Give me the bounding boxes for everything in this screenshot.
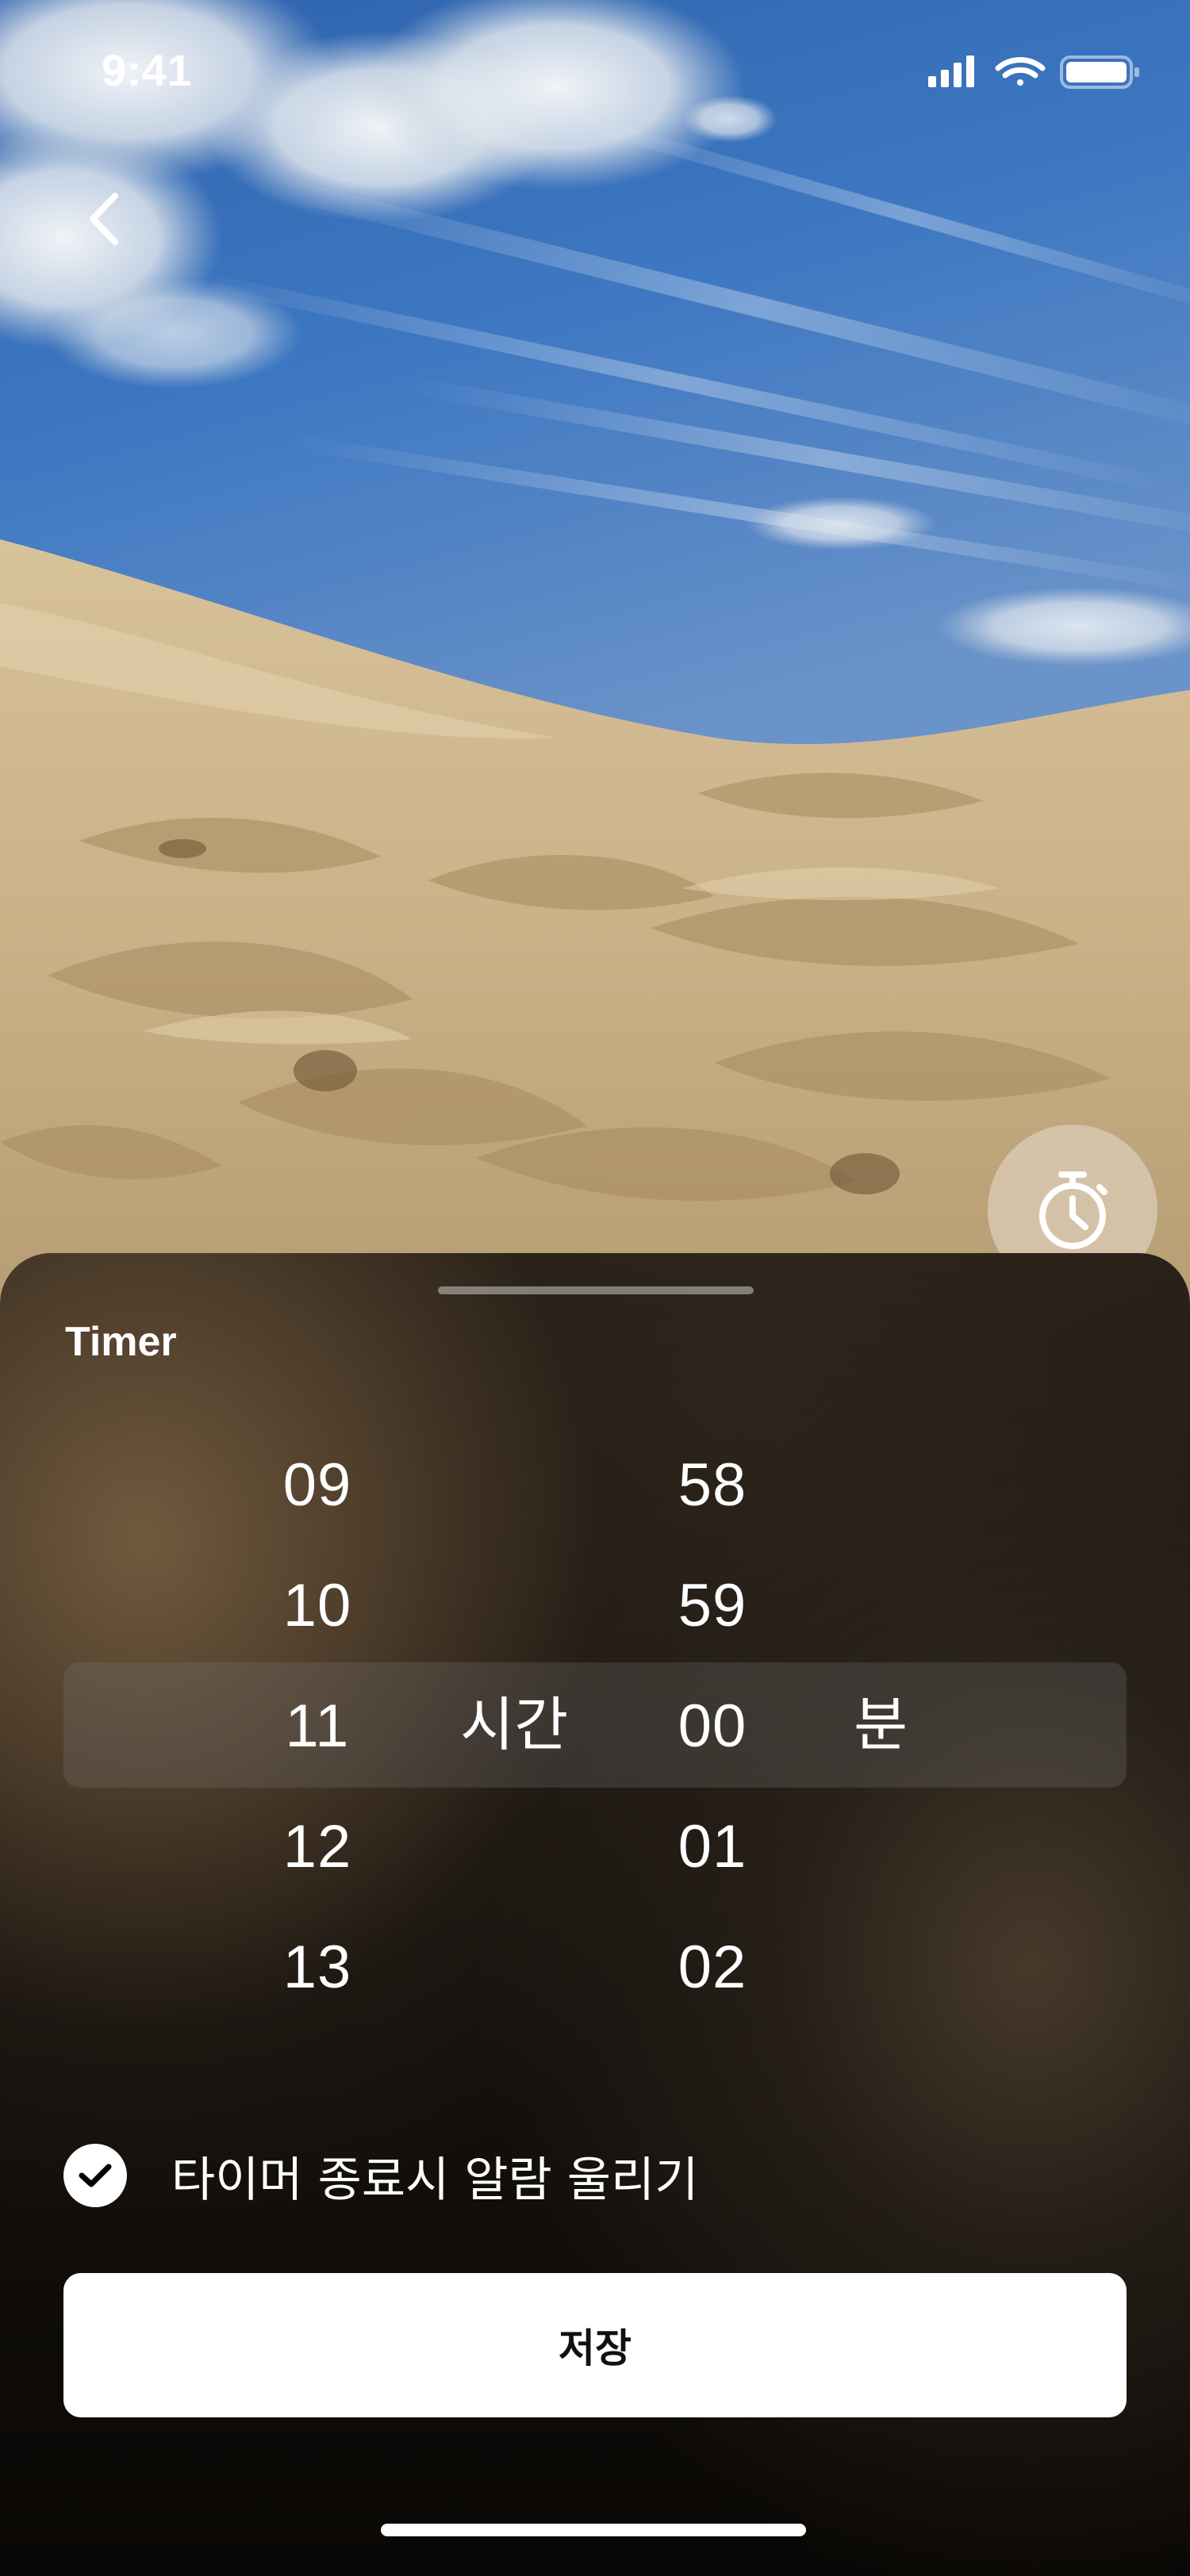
minute-option-selected[interactable]: 00 (633, 1691, 792, 1762)
checkmark-icon (79, 2164, 112, 2187)
minute-option[interactable]: 58 (633, 1450, 792, 1521)
screen: 9:41 Timer 09 10 11 12 13 시간 58 59 00 01… (0, 0, 1190, 2576)
chevron-left-icon (90, 193, 118, 245)
sheet-drag-handle[interactable] (438, 1286, 754, 1294)
minute-option[interactable]: 02 (633, 1932, 792, 2003)
minute-option[interactable]: 01 (633, 1811, 792, 1883)
hour-option[interactable]: 12 (238, 1811, 397, 1883)
picker-selection-highlight (63, 1662, 1127, 1788)
hour-option-selected[interactable]: 11 (238, 1691, 397, 1762)
sheet-title: Timer (65, 1319, 177, 1365)
back-button[interactable] (76, 187, 132, 251)
stopwatch-icon (1039, 1171, 1107, 1249)
save-button-label: 저장 (559, 2325, 631, 2371)
timer-sheet: Timer 09 10 11 12 13 시간 58 59 00 01 02 분 (0, 1253, 1190, 2576)
alarm-checkbox[interactable] (63, 2144, 127, 2207)
hour-unit-label: 시간 (460, 1691, 569, 1759)
battery-icon (1060, 56, 1139, 89)
home-indicator[interactable] (381, 2524, 806, 2536)
status-time: 9:41 (102, 45, 193, 95)
signal-icon (928, 56, 974, 87)
status-icons (928, 52, 1142, 92)
minute-unit-label: 분 (854, 1691, 908, 1759)
hour-option[interactable]: 10 (238, 1570, 397, 1642)
minute-option[interactable]: 59 (633, 1570, 792, 1642)
background-photo (0, 0, 1190, 1332)
wifi-icon (995, 57, 1046, 86)
alarm-option-label: 타이머 종료시 알람 울리기 (171, 2152, 699, 2208)
save-button[interactable]: 저장 (63, 2273, 1127, 2417)
alarm-option-row[interactable]: 타이머 종료시 알람 울리기 (63, 2132, 698, 2219)
hour-option[interactable]: 13 (238, 1932, 397, 2003)
hour-option[interactable]: 09 (238, 1450, 397, 1521)
